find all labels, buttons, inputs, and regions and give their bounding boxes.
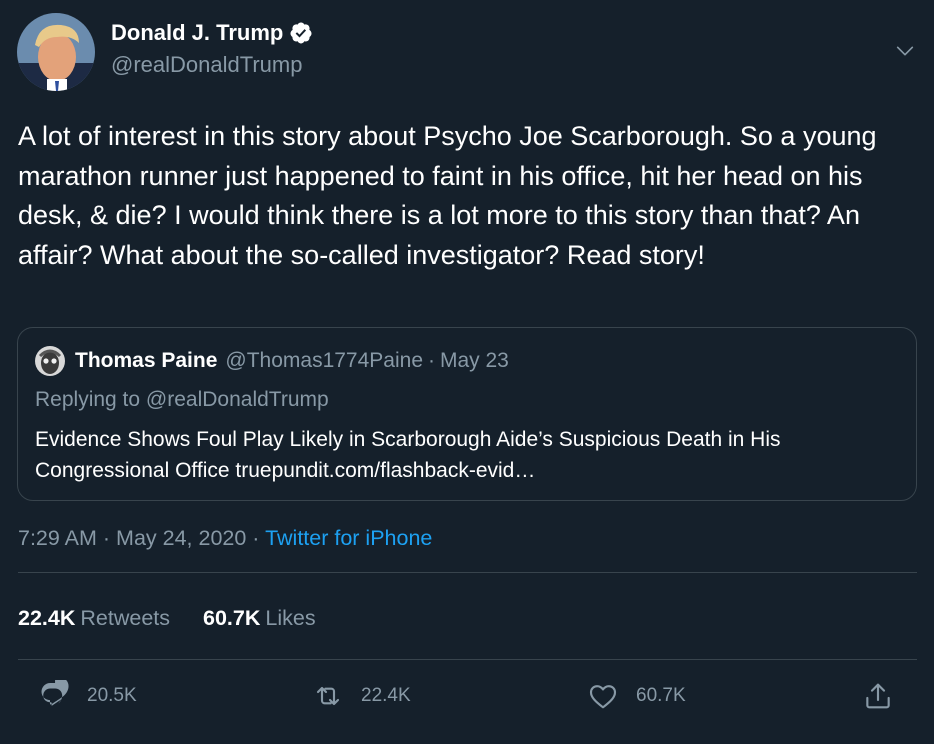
tweet-text: A lot of interest in this story about Ps… (18, 121, 885, 270)
tweet-card: Donald J. Trump @realDonaldTrump A lot o… (0, 0, 934, 744)
quoted-author-handle: @Thomas1774Paine (225, 349, 423, 372)
author-display-name[interactable]: Donald J. Trump (111, 19, 283, 47)
replying-to-mention: @realDonaldTrump (145, 388, 329, 411)
author-names: Donald J. Trump @realDonaldTrump (111, 20, 313, 80)
reply-count: 20.5K (87, 685, 137, 706)
separator-dot: · (252, 526, 260, 550)
author-name-row: Donald J. Trump (111, 19, 313, 47)
verified-badge-icon (290, 22, 312, 43)
heart-icon (589, 685, 617, 709)
retweets-stat[interactable]: 22.4K Retweets (18, 606, 170, 631)
like-button[interactable]: 60.7K (587, 680, 686, 712)
retweets-count: 22.4K (18, 606, 76, 630)
tweet-time[interactable]: 7:29 AM (18, 526, 97, 550)
quoted-author-name: Thomas Paine (75, 349, 218, 372)
likes-stat[interactable]: 60.7K Likes (203, 606, 316, 631)
chevron-down-icon[interactable] (894, 40, 916, 62)
reply-button[interactable]: 20.5K (38, 680, 137, 712)
likes-count: 60.7K (203, 606, 261, 630)
like-count: 60.7K (636, 685, 686, 706)
separator-dot: · (102, 526, 111, 550)
tweet-source-link[interactable]: Twitter for iPhone (265, 526, 432, 550)
share-icon (866, 683, 890, 709)
quoted-author-avatar (35, 346, 65, 376)
quoted-tweet[interactable]: Thomas Paine @Thomas1774Paine · May 23 R… (17, 327, 917, 501)
action-bar: 20.5K 22.4K 60.7K (0, 680, 934, 720)
replying-to-line: Replying to @realDonaldTrump (35, 388, 329, 412)
divider (18, 659, 917, 660)
replying-to-label: Replying to (35, 388, 141, 411)
retweet-count: 22.4K (361, 685, 411, 706)
separator-dot: · (428, 349, 435, 372)
tweet-header: Donald J. Trump @realDonaldTrump (17, 13, 313, 91)
tweet-metadata: 7:29 AM · May 24, 2020 · Twitter for iPh… (18, 526, 432, 551)
divider (18, 572, 917, 573)
author-avatar[interactable] (17, 13, 95, 91)
tweet-stats: 22.4K Retweets 60.7K Likes (18, 606, 349, 631)
author-handle[interactable]: @realDonaldTrump (111, 50, 313, 80)
quoted-tweet-header: Thomas Paine @Thomas1774Paine · May 23 (35, 346, 509, 376)
quoted-tweet-text: Evidence Shows Foul Play Likely in Scarb… (35, 428, 781, 482)
quoted-tweet-date: May 23 (440, 349, 509, 372)
likes-label: Likes (265, 606, 316, 630)
retweet-button[interactable]: 22.4K (312, 680, 411, 712)
tweet-date[interactable]: May 24, 2020 (116, 526, 246, 550)
retweets-label: Retweets (80, 606, 170, 630)
reply-icon (41, 680, 69, 706)
share-button[interactable] (862, 680, 894, 712)
retweet-icon (316, 686, 340, 706)
